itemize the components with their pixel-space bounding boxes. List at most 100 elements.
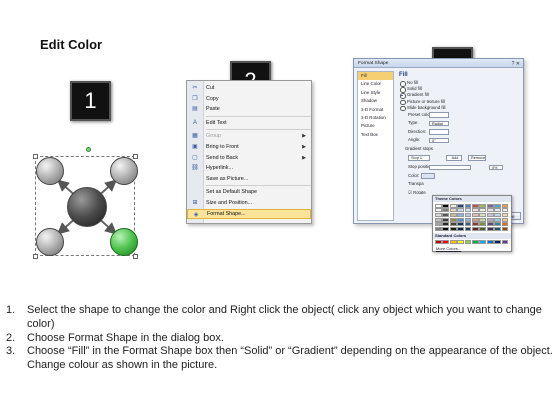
theme-color-swatch[interactable]: [494, 212, 501, 217]
theme-color-swatch[interactable]: [457, 222, 464, 227]
sphere-top-right[interactable]: [110, 157, 138, 185]
field-control[interactable]: [429, 112, 449, 118]
sphere-top-left[interactable]: [36, 157, 64, 185]
theme-color-swatch[interactable]: [501, 203, 509, 208]
standard-color-swatch[interactable]: [471, 240, 479, 245]
remove-stop-button[interactable]: Remove: [468, 154, 486, 161]
nav-item-text-box[interactable]: Text Box: [358, 131, 393, 139]
menu-item-copy[interactable]: ❐ Copy: [187, 94, 311, 105]
theme-color-swatch[interactable]: [471, 222, 479, 227]
resize-handle-sw[interactable]: [33, 254, 38, 259]
nav-item-3-d-format[interactable]: 3-D Format: [358, 106, 393, 114]
menu-item-save-as-picture[interactable]: Save as Picture...: [187, 174, 311, 185]
theme-color-swatch[interactable]: [464, 226, 472, 232]
nav-item-shadow[interactable]: Shadow: [358, 97, 393, 105]
menu-item-edit-text[interactable]: A Edit Text: [187, 118, 311, 129]
standard-color-swatch[interactable]: [449, 240, 457, 245]
theme-color-swatch[interactable]: [471, 208, 479, 213]
theme-color-swatch[interactable]: [494, 217, 501, 222]
field-control[interactable]: 0°: [429, 137, 449, 144]
theme-color-swatch[interactable]: [471, 203, 479, 208]
theme-color-swatch[interactable]: [464, 212, 472, 217]
theme-color-swatch[interactable]: [494, 226, 501, 232]
menu-item-format-shape[interactable]: ◈ Format Shape...: [187, 208, 311, 220]
stop-select[interactable]: Stop 1: [408, 154, 430, 161]
theme-color-swatch[interactable]: [442, 217, 450, 222]
menu-item-group[interactable]: ▦ Group ▶: [187, 131, 311, 142]
theme-color-swatch[interactable]: [442, 203, 450, 208]
theme-color-swatch[interactable]: [442, 226, 450, 232]
theme-color-swatch[interactable]: [449, 212, 457, 217]
theme-color-swatch[interactable]: [442, 222, 450, 227]
theme-color-swatch[interactable]: [435, 222, 442, 227]
theme-color-swatch[interactable]: [442, 212, 450, 217]
menu-item-paste[interactable]: ▤ Paste: [187, 104, 311, 115]
sphere-bottom-left[interactable]: [36, 228, 64, 256]
theme-color-swatch[interactable]: [464, 222, 472, 227]
resize-handle-nw[interactable]: [33, 154, 38, 159]
theme-color-swatch[interactable]: [471, 226, 479, 232]
theme-color-swatch[interactable]: [449, 217, 457, 222]
theme-color-swatch[interactable]: [501, 226, 509, 232]
theme-color-swatch[interactable]: [435, 212, 442, 217]
resize-handle-se[interactable]: [133, 254, 138, 259]
sphere-bottom-right-selected[interactable]: [110, 228, 138, 256]
theme-color-swatch[interactable]: [501, 208, 509, 213]
dialog-title-bar[interactable]: Format Shape ? ✕: [354, 59, 523, 68]
nav-item-3-d-rotation[interactable]: 3-D Rotation: [358, 114, 393, 122]
theme-color-swatch[interactable]: [457, 203, 464, 208]
theme-color-swatch[interactable]: [464, 208, 472, 213]
rotation-handle[interactable]: [86, 147, 91, 152]
theme-color-swatch[interactable]: [479, 208, 487, 213]
more-colors-link[interactable]: More Colors...: [433, 246, 511, 251]
standard-color-swatch[interactable]: [442, 240, 450, 245]
theme-color-swatch[interactable]: [435, 217, 442, 222]
menu-item-hyperlink[interactable]: ⛓ Hyperlink...: [187, 163, 311, 174]
theme-color-swatch[interactable]: [486, 208, 494, 213]
theme-color-swatch[interactable]: [486, 203, 494, 208]
menu-item-send-to-back[interactable]: ▢ Send to Back ▶: [187, 153, 311, 164]
standard-color-swatch[interactable]: [435, 240, 442, 245]
theme-color-swatch[interactable]: [457, 217, 464, 222]
theme-color-swatch[interactable]: [479, 212, 487, 217]
theme-color-swatch[interactable]: [457, 212, 464, 217]
rotate-checkbox[interactable]: ☑: [408, 190, 412, 195]
theme-color-swatch[interactable]: [486, 222, 494, 227]
add-stop-button[interactable]: Add: [446, 154, 462, 161]
theme-color-swatch[interactable]: [435, 208, 442, 213]
theme-color-swatch[interactable]: [464, 217, 472, 222]
theme-color-swatch[interactable]: [449, 222, 457, 227]
standard-color-swatch[interactable]: [457, 240, 464, 245]
standard-color-swatch[interactable]: [501, 240, 509, 245]
theme-color-swatch[interactable]: [449, 226, 457, 232]
theme-color-swatch[interactable]: [494, 222, 501, 227]
theme-color-swatch[interactable]: [471, 212, 479, 217]
menu-item-set-as-default-shape[interactable]: Set as Default Shape: [187, 187, 311, 198]
color-dropdown[interactable]: [421, 173, 435, 179]
help-icon[interactable]: ?: [512, 61, 515, 67]
theme-color-swatch[interactable]: [449, 203, 457, 208]
field-control[interactable]: [429, 129, 449, 135]
theme-color-swatch[interactable]: [479, 203, 487, 208]
menu-item-bring-to-front[interactable]: ▣ Bring to Front ▶: [187, 142, 311, 153]
theme-color-swatch[interactable]: [494, 203, 501, 208]
nav-item-fill[interactable]: Fill: [358, 72, 393, 81]
theme-color-swatch[interactable]: [442, 208, 450, 213]
theme-color-swatch[interactable]: [501, 212, 509, 217]
standard-color-swatch[interactable]: [486, 240, 494, 245]
theme-color-swatch[interactable]: [479, 226, 487, 232]
theme-color-swatch[interactable]: [435, 203, 442, 208]
standard-color-swatch[interactable]: [479, 240, 487, 245]
theme-color-swatch[interactable]: [479, 217, 487, 222]
standard-color-swatch[interactable]: [464, 240, 472, 245]
menu-item-size-and-position[interactable]: ⊞ Size and Position...: [187, 198, 311, 209]
stop-position-input[interactable]: 0%: [489, 164, 503, 171]
nav-item-picture[interactable]: Picture: [358, 122, 393, 130]
stop-position-slider[interactable]: [429, 164, 471, 171]
theme-color-swatch[interactable]: [479, 222, 487, 227]
theme-color-swatch[interactable]: [501, 217, 509, 222]
theme-color-swatch[interactable]: [486, 226, 494, 232]
sphere-center[interactable]: [67, 187, 107, 227]
theme-color-swatch[interactable]: [464, 203, 472, 208]
field-control[interactable]: Radial: [429, 120, 449, 127]
